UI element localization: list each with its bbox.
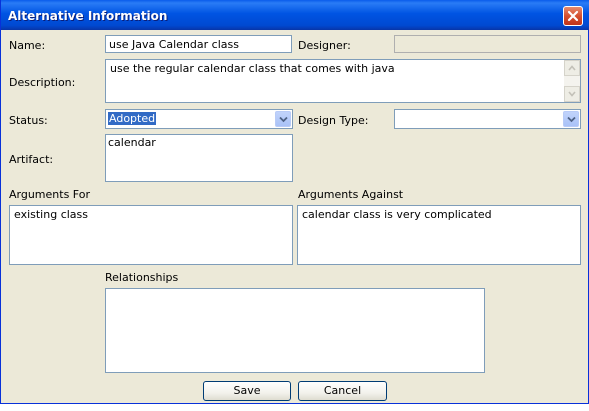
designer-label: Designer: xyxy=(298,39,351,52)
status-dropdown-button[interactable] xyxy=(275,111,291,127)
artifact-label: Artifact: xyxy=(9,153,54,166)
title-bar[interactable]: Alternative Information xyxy=(1,0,589,30)
description-value: use the regular calendar class that come… xyxy=(110,62,395,75)
scroll-up-button[interactable] xyxy=(564,60,580,76)
name-value: use Java Calendar class xyxy=(109,38,239,51)
chevron-down-icon xyxy=(567,116,576,123)
relationships-list[interactable] xyxy=(105,288,485,373)
design-type-label: Design Type: xyxy=(298,114,369,127)
status-label: Status: xyxy=(9,114,48,127)
scroll-down-arrow-icon xyxy=(568,91,576,97)
chevron-down-icon xyxy=(279,116,288,123)
name-label: Name: xyxy=(9,39,46,52)
arguments-against-textarea[interactable]: calendar class is very complicated xyxy=(297,205,581,265)
arguments-for-value: existing class xyxy=(14,208,88,221)
description-label: Description: xyxy=(9,76,76,89)
cancel-button[interactable]: Cancel xyxy=(298,381,387,401)
arguments-against-label: Arguments Against xyxy=(298,188,404,201)
arguments-for-textarea[interactable]: existing class xyxy=(9,205,293,265)
arguments-for-label: Arguments For xyxy=(9,188,90,201)
designer-field xyxy=(394,35,581,53)
name-field[interactable]: use Java Calendar class xyxy=(105,35,292,53)
save-button[interactable]: Save xyxy=(203,381,291,401)
close-icon xyxy=(567,10,579,22)
description-scrollbar[interactable] xyxy=(564,60,580,102)
arguments-against-value: calendar class is very complicated xyxy=(302,208,492,221)
window-title: Alternative Information xyxy=(8,9,168,23)
alternative-information-dialog: Alternative Information Name: use Java C… xyxy=(0,0,589,404)
scroll-up-arrow-icon xyxy=(568,65,576,71)
design-type-dropdown-button[interactable] xyxy=(563,111,579,127)
description-textarea[interactable]: use the regular calendar class that come… xyxy=(105,59,581,103)
scroll-down-button[interactable] xyxy=(564,86,580,102)
design-type-select[interactable] xyxy=(394,109,581,129)
artifact-field[interactable]: calendar xyxy=(105,134,293,182)
relationships-label: Relationships xyxy=(105,271,179,284)
status-select[interactable]: Adopted xyxy=(105,109,293,129)
artifact-value: calendar xyxy=(108,136,156,149)
close-button[interactable] xyxy=(563,6,583,26)
status-value: Adopted xyxy=(108,112,157,125)
